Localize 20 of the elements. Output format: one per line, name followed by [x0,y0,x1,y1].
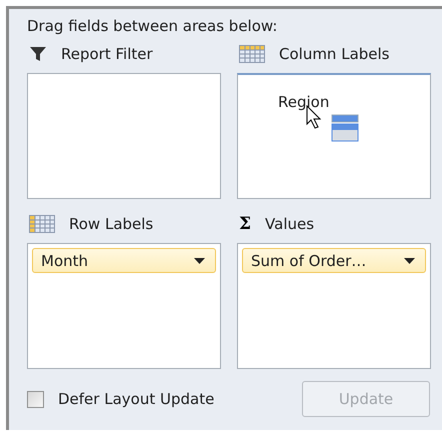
field-button[interactable]: Month [32,248,216,273]
sigma-icon: Σ [239,214,252,234]
dropdown-arrow-icon[interactable] [194,258,205,264]
grid-icon [29,215,55,233]
field-button[interactable]: Sum of Order… [242,248,426,273]
instruction-text: Drag fields between areas below: [27,17,278,37]
area-heading: Row Labels [69,215,154,233]
checkbox[interactable] [27,390,44,408]
area-heading: Report Filter [61,45,153,63]
drop-area[interactable]: Region [237,73,431,199]
funnel-icon [29,46,47,62]
dragged-field-label: Region [278,93,330,111]
drag-field-icon [331,114,359,142]
drop-area[interactable]: Month [27,243,221,369]
area-heading: Values [265,215,314,233]
area-heading: Column Labels [279,45,390,63]
checkbox-label: Defer Layout Update [58,390,214,408]
grid-icon [239,45,265,63]
drop-area[interactable]: Sum of Order… [237,243,431,369]
dropdown-arrow-icon[interactable] [404,258,415,264]
